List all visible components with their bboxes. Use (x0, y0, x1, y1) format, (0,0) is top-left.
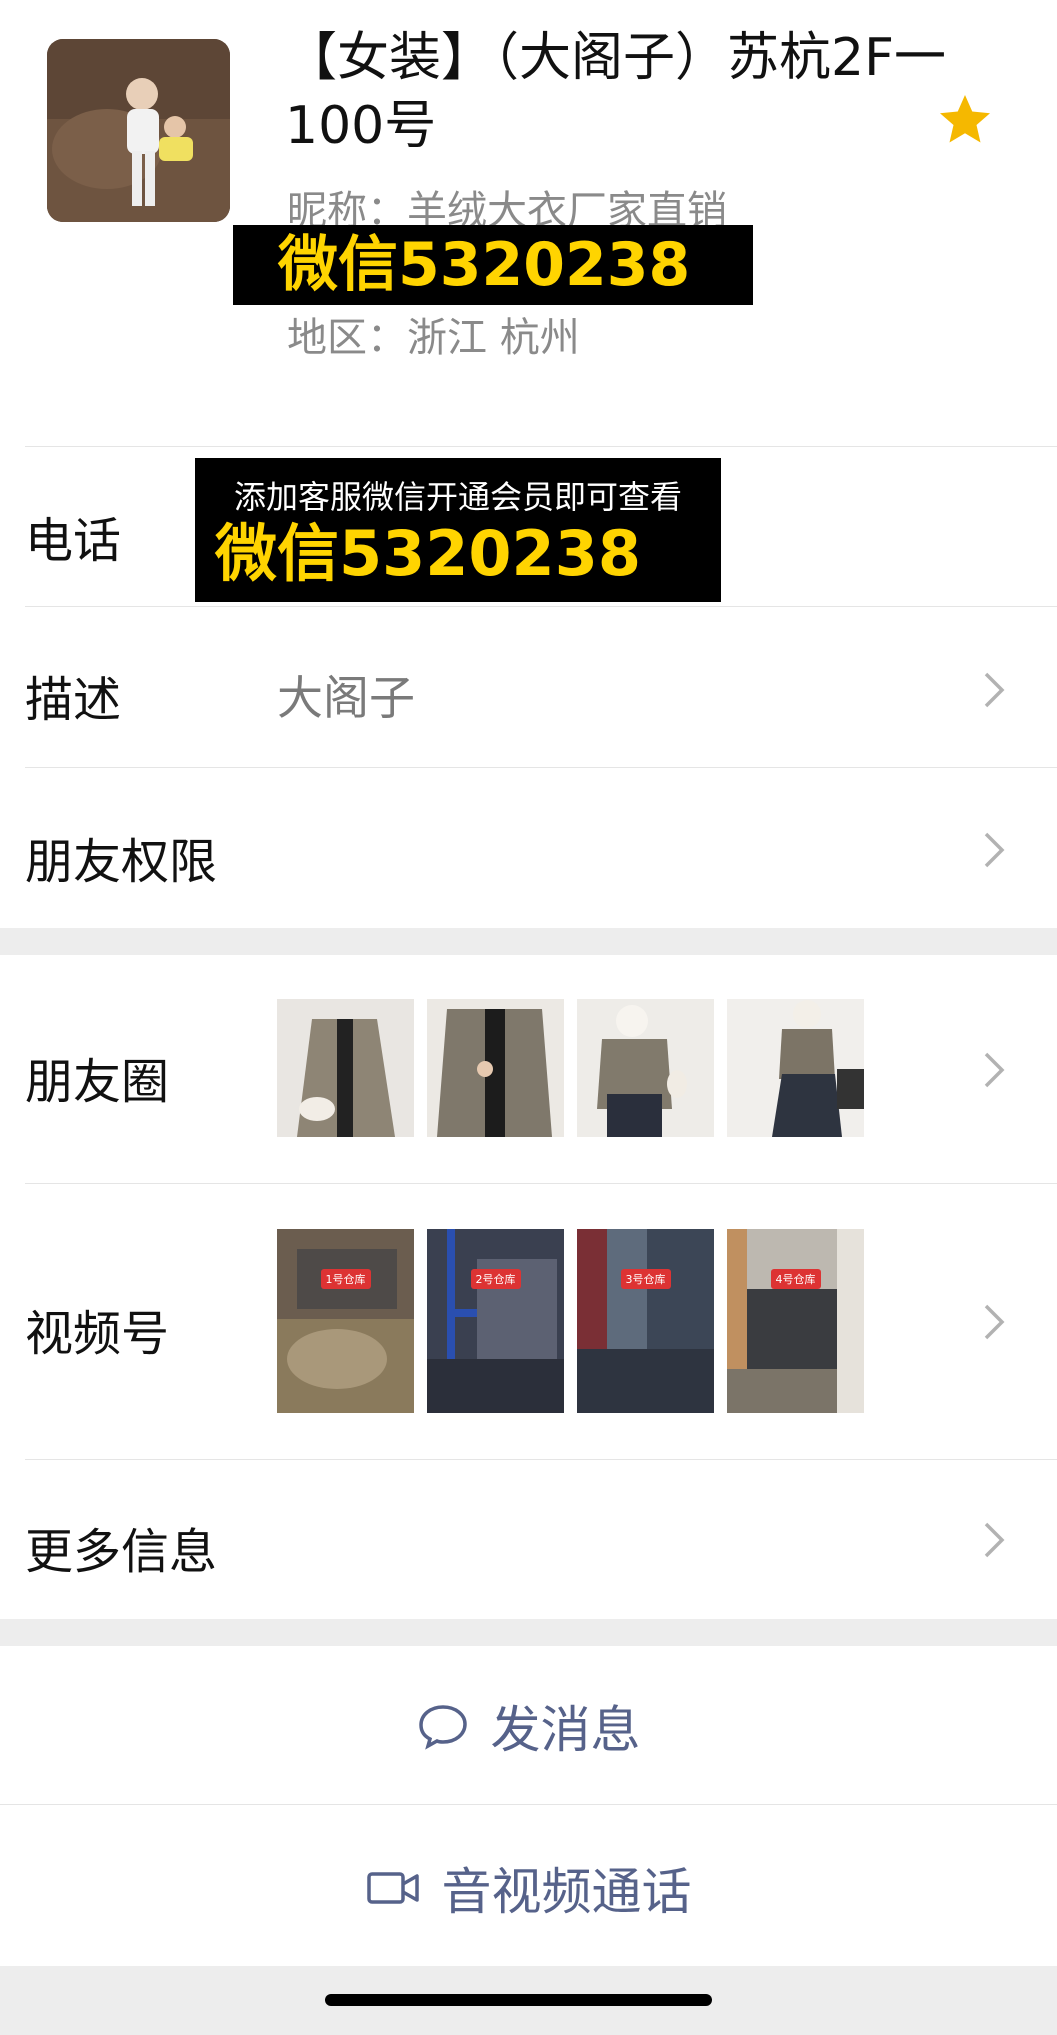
warehouse-tag: 4号仓库 (770, 1269, 821, 1289)
video-call-label: 音视频通话 (441, 1863, 692, 1921)
contact-name: 【女装】（大阁子）苏杭2F一100号 (285, 28, 946, 156)
region: 地区：浙江 杭州 (287, 315, 580, 361)
chevron-right-icon (984, 1052, 1005, 1088)
warehouse-tag: 1号仓库 (320, 1269, 371, 1289)
moments-thumbnail (577, 999, 714, 1137)
channels-label: 视频号 (25, 1306, 170, 1362)
phone-overlay: 添加客服微信开通会员即可查看 微信5320238 (195, 458, 721, 602)
chat-bubble-icon (418, 1705, 467, 1750)
description-label: 描述 (25, 672, 122, 728)
star-icon[interactable] (935, 90, 995, 150)
chevron-right-icon (984, 832, 1005, 868)
channels-thumbnail: 2号仓库 (427, 1229, 564, 1413)
moments-label: 朋友圈 (25, 1054, 170, 1110)
divider (25, 446, 1057, 447)
section-gap (0, 928, 1057, 955)
moments-thumbnail (727, 999, 864, 1137)
chevron-right-icon (984, 672, 1005, 708)
phone-overlay-notice: 添加客服微信开通会员即可查看 (233, 478, 682, 516)
avatar[interactable] (47, 39, 230, 222)
section-gap (0, 1619, 1057, 1646)
divider (25, 1459, 1057, 1460)
profile-header: 【女装】（大阁子）苏杭2F一100号 昵称：羊绒大衣厂家直销 微信5320238… (0, 0, 1057, 446)
chevron-right-icon (984, 1522, 1005, 1558)
divider (25, 1183, 1057, 1184)
wechat-watermark: 微信5320238 (233, 225, 753, 305)
warehouse-tag: 3号仓库 (620, 1269, 671, 1289)
home-indicator (325, 1994, 712, 2006)
video-call-button[interactable]: 音视频通话 (0, 1852, 1057, 1924)
divider (25, 767, 1057, 768)
moments-thumbnail (277, 999, 414, 1137)
chevron-right-icon (984, 1304, 1005, 1340)
channels-thumbnail: 3号仓库 (577, 1229, 714, 1413)
friend-permission-label: 朋友权限 (25, 834, 218, 890)
video-camera-icon (366, 1872, 419, 1904)
description-value: 大阁子 (277, 671, 415, 725)
send-message-button[interactable]: 发消息 (0, 1690, 1057, 1762)
divider (0, 1804, 1057, 1805)
warehouse-tag: 2号仓库 (470, 1269, 521, 1289)
send-message-label: 发消息 (490, 1701, 641, 1759)
phone-label: 电话 (25, 513, 122, 569)
moments-thumbnail (427, 999, 564, 1137)
divider (25, 606, 1057, 607)
more-info-label: 更多信息 (25, 1524, 218, 1580)
channels-thumbnail: 4号仓库 (727, 1229, 864, 1413)
channels-thumbnail: 1号仓库 (277, 1229, 414, 1413)
phone-overlay-wechat: 微信5320238 (215, 517, 641, 590)
